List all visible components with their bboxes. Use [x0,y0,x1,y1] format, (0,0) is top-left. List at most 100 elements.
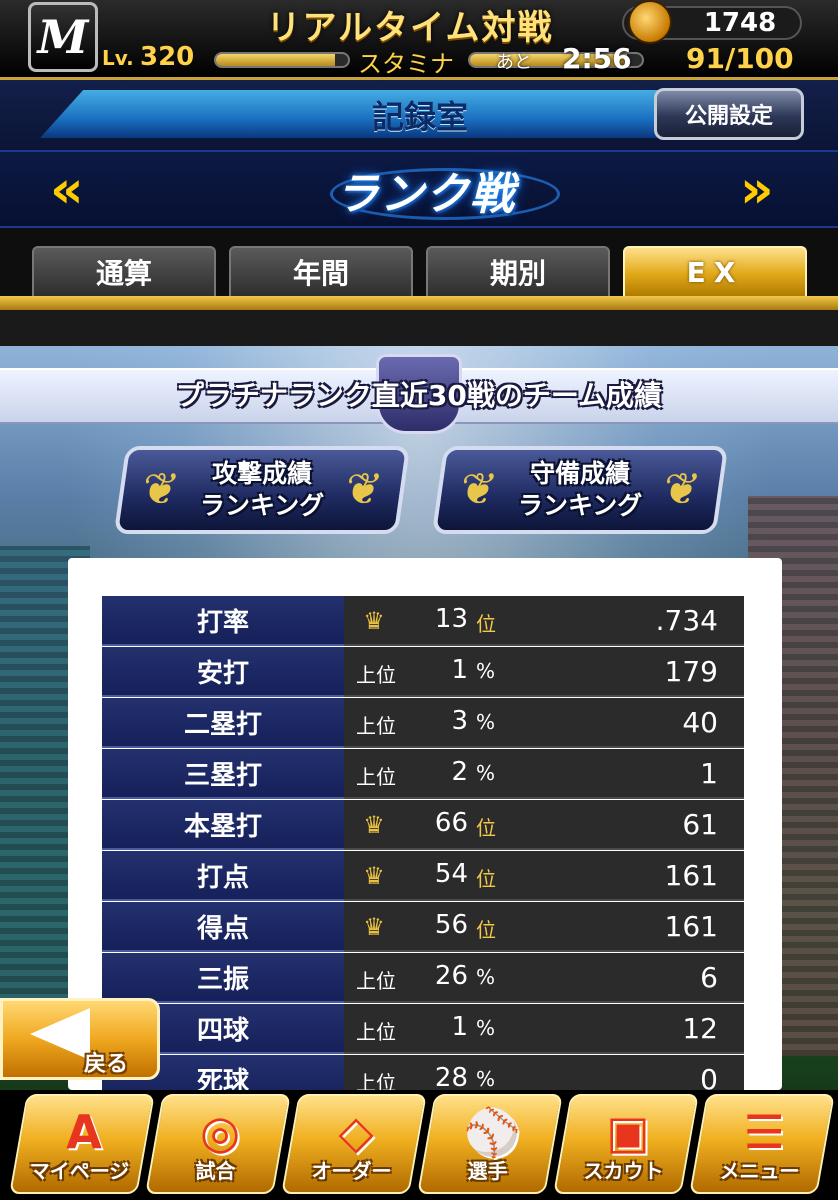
stat-row: 安打 上位 1% 179 [102,647,744,697]
stat-rank-cell: ♛ 54 位 161 [344,851,744,901]
team-logo-letter: M [37,10,89,64]
defense-ranking-button[interactable]: ❦ 守備成績 ランキング ❦ [431,446,729,534]
stat-rank: 66 [434,808,468,838]
tab-ex[interactable]: EX [623,246,807,296]
stat-name: 得点 [102,902,344,952]
stat-rank-unit: % [476,761,496,785]
mode-title: ランク戦 [335,169,515,220]
nav-item[interactable]: ☰ メニュー [689,1094,835,1194]
stadium-icon: ◎ [200,1105,241,1159]
nav-label: オーダー [311,1159,392,1183]
stat-prefix: 上位 [356,714,396,738]
laurel-icon: ❦ [456,464,501,515]
stat-rank-cell: 上位 3% 40 [344,698,744,748]
coin-count: 1748 [703,8,777,38]
tab-underline [0,296,838,310]
stat-prefix: 上位 [356,969,396,993]
stat-rank: 1 [451,1012,468,1042]
scout-card-icon: ▣ [606,1105,650,1159]
stat-rank-unit: % [476,710,496,734]
stat-row: 四球 上位 1% 12 [102,1004,744,1054]
nav-item[interactable]: ◎ 試合 [145,1094,291,1194]
stat-value: 0 [700,1063,718,1090]
stat-row: 死球 上位 28% 0 [102,1055,744,1090]
stat-value: 1 [700,757,718,790]
stat-rank-unit: % [476,965,496,989]
nav-item[interactable]: A マイページ [9,1094,155,1194]
stat-row: 三振 上位 26% 6 [102,953,744,1003]
stat-prefix: 上位 [356,1071,396,1090]
tab-yearly[interactable]: 年間 [229,246,413,296]
laurel-icon: ❦ [341,464,386,515]
stat-rank-cell: ♛ 56 位 161 [344,902,744,952]
stamina-value: 91/100 [686,42,794,75]
stat-row: 得点 ♛ 56 位 161 [102,902,744,952]
chevron-right-icon[interactable]: » [740,160,774,220]
stat-row: 二塁打 上位 3% 40 [102,698,744,748]
stat-rank: 13 [434,604,468,634]
stat-rank: 56 [434,910,468,940]
screen-title: リアルタイム対戦 [266,8,554,48]
back-arrow-icon [30,1008,90,1060]
nav-label: メニュー [719,1159,800,1183]
menu-icon: ☰ [743,1105,785,1159]
stat-rank-unit: % [476,1067,496,1090]
crown-icon: ♛ [363,913,385,941]
stat-name: 打点 [102,851,344,901]
stat-rank-unit: % [476,659,496,683]
divider [0,310,838,346]
nav-item[interactable]: ⚾ 選手 [417,1094,563,1194]
stat-name: 二塁打 [102,698,344,748]
stat-rank-cell: 上位 2% 1 [344,749,744,799]
stat-rank: 1 [451,655,468,685]
stat-name: 安打 [102,647,344,697]
laurel-icon: ❦ [138,464,183,515]
stat-rank: 54 [434,859,468,889]
stat-rank-cell: 上位 26% 6 [344,953,744,1003]
nav-item[interactable]: ◇ オーダー [281,1094,427,1194]
section-title: プラチナランク直近30戦のチーム成績 [175,379,663,412]
tab-period[interactable]: 期別 [426,246,610,296]
stat-rank-unit: 位 [476,867,496,891]
stat-value: 61 [682,808,718,841]
attack-ranking-label: 攻撃成績 ランキング [199,459,325,520]
nav-item[interactable]: ▣ スカウト [553,1094,699,1194]
stat-row: 打率 ♛ 13 位 .734 [102,596,744,646]
nav-label: 試合 [195,1159,236,1183]
defense-ranking-label: 守備成績 ランキング [517,459,643,520]
attack-ranking-button[interactable]: ❦ 攻撃成績 ランキング ❦ [113,446,411,534]
team-logo[interactable]: M [28,2,98,72]
stamina-recovery-time: 2:56 [562,42,632,75]
stat-value: 6 [700,961,718,994]
back-button-label: 戻る [84,1052,129,1077]
coin-icon [628,0,672,44]
stat-rank-unit: 位 [476,816,496,840]
stats-table[interactable]: 打率 ♛ 13 位 .734 安打 上位 1% 179 二塁打 上位 3% 40 三塁打 上位 2% 1 本塁打 ♛… [102,596,744,1090]
stat-rank: 2 [451,757,468,787]
stat-value: 161 [664,910,718,943]
tab-label: 期別 [489,257,546,290]
public-settings-button[interactable]: 公開設定 [654,88,804,140]
tab-total[interactable]: 通算 [32,246,216,296]
stat-name: 本塁打 [102,800,344,850]
stat-prefix: 上位 [356,1020,396,1044]
diamond-field-icon: ◇ [338,1105,374,1159]
player-icon: ⚾ [463,1105,521,1159]
stat-row: 本塁打 ♛ 66 位 61 [102,800,744,850]
stat-rank: 26 [434,961,468,991]
exp-bar-fill [216,54,335,66]
stat-value: 179 [664,655,718,688]
stat-rank-cell: ♛ 13 位 .734 [344,596,744,646]
stat-row: 三塁打 上位 2% 1 [102,749,744,799]
tab-label: 年間 [292,257,349,290]
tab-label: 通算 [95,257,152,290]
stat-prefix: 上位 [356,765,396,789]
stat-prefix: 上位 [356,663,396,687]
exp-bar [214,52,350,68]
crown-icon: ♛ [363,607,385,635]
chevron-left-icon[interactable]: « [50,160,84,220]
stat-name: 打率 [102,596,344,646]
level-value: 320 [140,42,195,72]
stat-name: 三振 [102,953,344,1003]
stat-name: 三塁打 [102,749,344,799]
